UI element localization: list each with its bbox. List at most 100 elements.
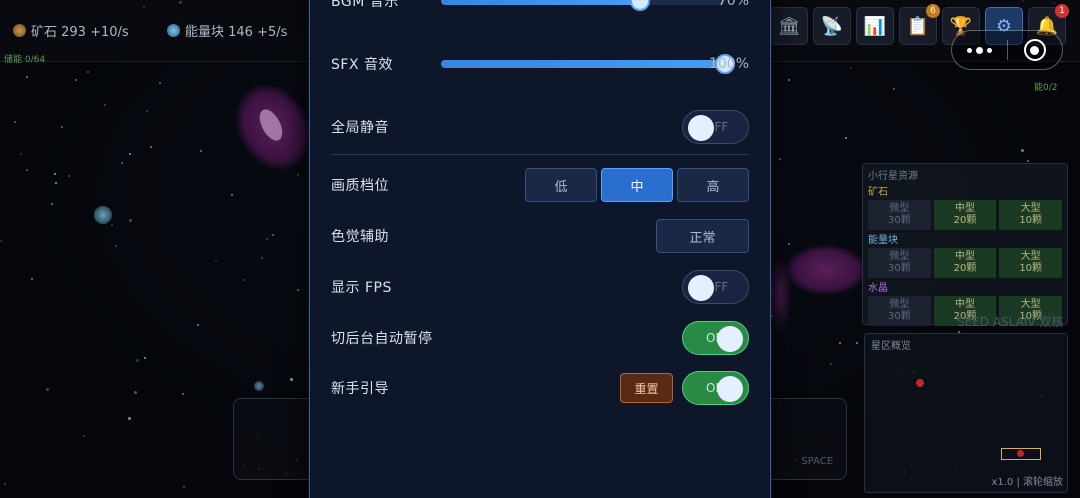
star	[46, 388, 49, 391]
star	[850, 67, 852, 69]
ore-row: 微型 30颗 中型 20颗 大型 10颗	[868, 200, 1063, 230]
minimap-marker	[916, 379, 924, 387]
autopause-toggle-knob	[717, 326, 743, 352]
star	[159, 82, 161, 84]
panel-title: 小行星资源	[868, 171, 918, 182]
star	[68, 175, 70, 177]
mute-toggle[interactable]: OFF	[682, 110, 749, 144]
star	[144, 357, 146, 359]
star	[61, 126, 63, 128]
ore-label: 矿石 293 +10/s	[31, 25, 129, 40]
star	[839, 342, 841, 344]
star	[788, 79, 790, 81]
star	[83, 435, 85, 437]
category-ore: 矿石	[868, 187, 888, 198]
star	[136, 359, 139, 362]
more-dot-icon	[986, 47, 992, 53]
close-target-icon	[1023, 39, 1046, 61]
energy-storage-label: 能0/2	[1034, 83, 1058, 93]
sfx-slider[interactable]	[441, 54, 735, 74]
mute-toggle-knob	[688, 115, 714, 141]
fps-toggle-knob	[688, 275, 714, 301]
star	[26, 76, 28, 78]
fps-row: 显示 FPS OFF	[331, 270, 749, 304]
tasks-badge: 6	[926, 4, 940, 18]
energy-icon	[167, 24, 180, 37]
star	[243, 279, 245, 281]
quality-row: 画质档位 低 中 高	[331, 168, 749, 202]
star	[297, 174, 299, 176]
energy-row: 微型 30颗 中型 20颗 大型 10颗	[868, 248, 1063, 278]
quality-high-button[interactable]: 高	[677, 168, 749, 202]
satellite-icon: 📡	[820, 15, 844, 37]
star	[297, 289, 299, 291]
star	[104, 104, 106, 106]
minimap-label: 星区概览	[871, 341, 911, 352]
star	[779, 158, 781, 160]
energy-medium[interactable]: 中型 20颗	[933, 248, 997, 278]
asteroid-resource-panel: 小行星资源 矿石 微型 30颗 中型 20颗 大型 10颗 能量块 微型 30颗 中型 2…	[862, 163, 1068, 326]
star	[182, 393, 184, 395]
autopause-toggle[interactable]: ON	[682, 321, 749, 355]
satellite-button[interactable]: 📡	[813, 7, 851, 45]
crystal-small[interactable]: 微型 30颗	[868, 296, 931, 326]
star	[788, 243, 790, 245]
more-menu-button[interactable]	[952, 46, 1007, 54]
space-key-hint: · SPACE	[795, 456, 834, 467]
close-miniprogram-button[interactable]	[1007, 39, 1062, 61]
mute-row: 全局静音 OFF	[331, 110, 749, 144]
star	[830, 363, 832, 365]
star	[215, 260, 217, 262]
energy-label: 能量块 146 +5/s	[185, 25, 288, 40]
star	[290, 378, 293, 381]
sfx-slider-fill	[441, 60, 725, 68]
bgm-slider-knob[interactable]	[629, 0, 650, 11]
settings-modal: BGM 音乐 70% SFX 音效 100% 全局静音 OFF 画质档位 低 中…	[309, 0, 771, 498]
stats-button[interactable]: 📊	[856, 7, 894, 45]
energy-resource: 能量块 146 +5/s	[167, 21, 287, 40]
category-energy: 能量块	[868, 235, 898, 246]
more-dot-icon	[966, 47, 972, 53]
tutorial-label: 新手引导	[331, 381, 389, 397]
energy-large[interactable]: 大型 10颗	[999, 248, 1063, 278]
more-dot-icon	[975, 46, 983, 54]
star	[856, 342, 858, 344]
bank-button[interactable]: 🏛	[770, 7, 808, 45]
ore-resource: 矿石 293 +10/s	[13, 21, 129, 40]
colorblind-row: 色觉辅助 正常	[331, 219, 749, 253]
bgm-value: 70%	[717, 0, 749, 9]
star	[261, 257, 263, 259]
tasks-button[interactable]: 📋 6	[899, 4, 940, 45]
ore-medium[interactable]: 中型 20颗	[933, 200, 997, 230]
star	[129, 219, 132, 222]
quality-medium-button[interactable]: 中	[601, 168, 673, 202]
ore-large[interactable]: 大型 10颗	[999, 200, 1063, 230]
star	[893, 88, 895, 90]
ore-small[interactable]: 微型 30颗	[868, 200, 931, 230]
quality-low-button[interactable]: 低	[525, 168, 597, 202]
star	[75, 79, 77, 81]
star	[266, 238, 268, 240]
star	[51, 203, 53, 205]
bgm-slider[interactable]	[441, 0, 725, 11]
star	[272, 234, 274, 236]
storage-label: 储能 0/64	[4, 55, 46, 65]
star	[121, 162, 123, 164]
fps-label: 显示 FPS	[331, 280, 392, 296]
star	[128, 417, 131, 420]
star	[845, 137, 847, 139]
sfx-label: SFX 音效	[331, 57, 393, 73]
sfx-row: SFX 音效 100%	[331, 47, 749, 81]
colorblind-mode-button[interactable]: 正常	[656, 219, 749, 253]
energy-small[interactable]: 微型 30颗	[868, 248, 931, 278]
minimap[interactable]: 星区概览 x1.0 | 滚轮缩放	[864, 333, 1068, 493]
star	[0, 240, 2, 242]
fps-toggle[interactable]: OFF	[682, 270, 749, 304]
tutorial-reset-button[interactable]: 重置	[620, 373, 673, 403]
tutorial-toggle[interactable]: ON	[682, 371, 749, 405]
star	[134, 391, 137, 394]
mute-label: 全局静音	[331, 120, 389, 136]
bank-icon: 🏛	[777, 15, 801, 37]
tutorial-row: 新手引导 重置 ON	[331, 371, 749, 405]
chart-icon: 📊	[863, 15, 887, 37]
